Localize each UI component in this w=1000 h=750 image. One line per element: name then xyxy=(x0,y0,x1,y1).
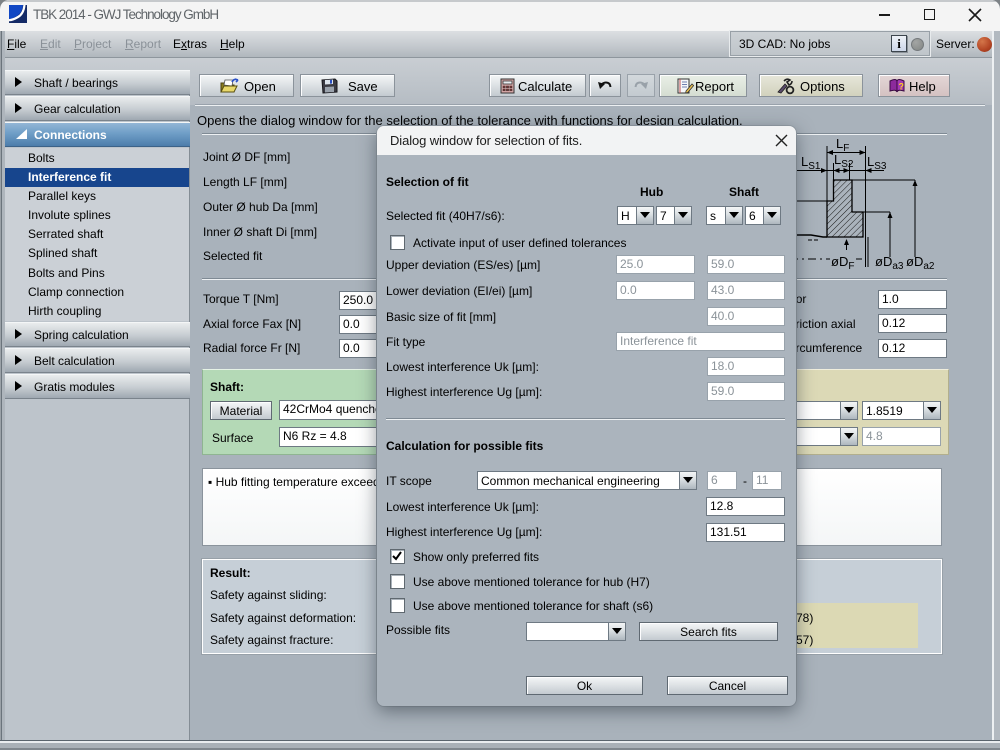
svg-text:LS1: LS1 xyxy=(801,154,821,172)
svg-text:?: ? xyxy=(899,82,905,92)
svg-text:LS2: LS2 xyxy=(834,152,854,170)
svg-text:øDa3: øDa3 xyxy=(875,254,904,272)
svg-text:øDa2: øDa2 xyxy=(906,254,935,272)
svg-text:øDF: øDF xyxy=(831,254,854,272)
